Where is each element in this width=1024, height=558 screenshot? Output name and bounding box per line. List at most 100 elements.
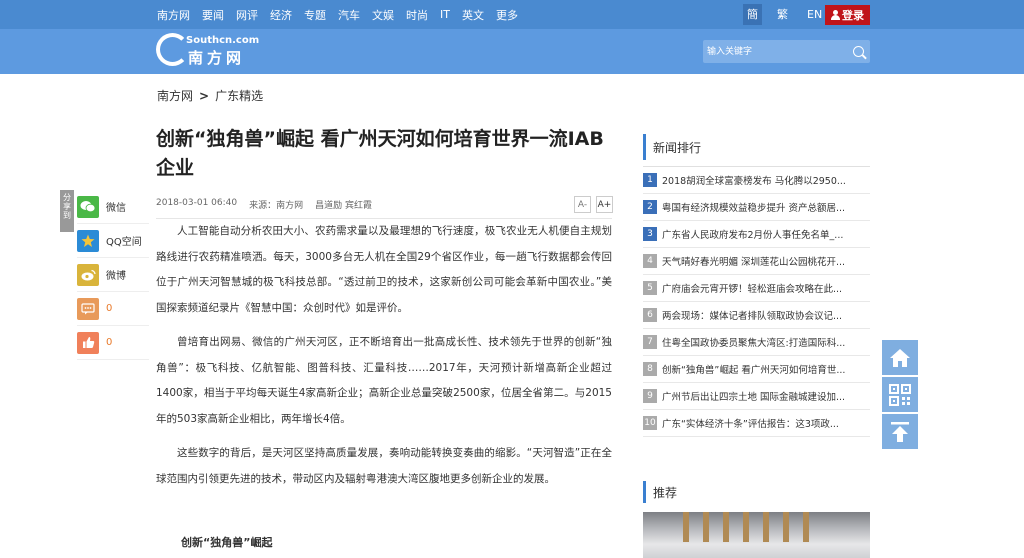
lang-simplified[interactable]: 簡 (743, 4, 762, 25)
nav-link[interactable]: 要闻 (202, 7, 224, 23)
language-switcher: 簡 繁 EN (743, 4, 837, 25)
qrcode-button[interactable] (882, 377, 918, 412)
breadcrumb-home[interactable]: 南方网 (157, 87, 193, 104)
ranking-item[interactable]: 4 天气晴好春光明媚 深圳莲花山公园桃花开... (643, 248, 870, 275)
rank-number: 7 (643, 335, 657, 349)
ranking-item[interactable]: 2 粤国有经济规模效益稳步提升 资产总额居... (643, 194, 870, 221)
ranking-link[interactable]: 粤国有经济规模效益稳步提升 资产总额居... (662, 200, 867, 214)
ranking-item[interactable]: 6 两会现场：媒体记者排队领取政协会议记... (643, 302, 870, 329)
share-qzone[interactable]: QQ空间 (77, 224, 149, 258)
rank-number: 2 (643, 200, 657, 214)
rank-number: 5 (643, 281, 657, 295)
nav-link[interactable]: 专题 (304, 7, 326, 23)
news-ranking-title: 新闻排行 (643, 134, 870, 160)
nav-link[interactable]: 网评 (236, 7, 258, 23)
search-box (703, 40, 870, 63)
nav-link[interactable]: IT (440, 8, 450, 21)
article-paragraph: 这些数字的背后，是天河区坚持高质量发展，奏响动能转换变奏曲的缩影。“天河智造”正… (156, 447, 612, 485)
font-decrease-button[interactable]: A- (574, 196, 591, 213)
article-paragraph: 人工智能自动分析农田大小、农药需求量以及最理想的飞行速度，极飞农业无人机便自主规… (156, 225, 612, 314)
share-weibo[interactable]: 微博 (77, 258, 149, 292)
recommend-image[interactable] (643, 512, 870, 558)
search-icon[interactable] (853, 46, 864, 57)
rank-number: 1 (643, 173, 657, 187)
share-wechat[interactable]: 微信 (77, 190, 149, 224)
share-label: QQ空间 (106, 237, 142, 248)
nav-link[interactable]: 文娱 (372, 7, 394, 23)
home-button[interactable] (882, 340, 918, 375)
nav-link[interactable]: 英文 (462, 7, 484, 23)
nav-link[interactable]: 汽车 (338, 7, 360, 23)
rank-number: 3 (643, 227, 657, 241)
nav-link[interactable]: 南方网 (157, 7, 190, 23)
font-increase-button[interactable]: A+ (596, 196, 613, 213)
article-subheading: 创新“独角兽”崛起 (181, 536, 273, 549)
nav-link[interactable]: 更多 (496, 7, 518, 23)
breadcrumb: 南方网 > 广东精选 (157, 87, 263, 104)
breadcrumb-separator: > (199, 88, 210, 103)
rank-number: 8 (643, 362, 657, 376)
share-label: 微博 (106, 271, 126, 282)
ranking-link[interactable]: 广府庙会元宵开锣！轻松逛庙会攻略在此... (662, 281, 867, 295)
floating-tools (882, 340, 918, 451)
lang-english[interactable]: EN (803, 4, 826, 25)
ranking-link[interactable]: 广东省人民政府发布2月份人事任免名单_... (662, 227, 867, 241)
rank-number: 9 (643, 389, 657, 403)
nav-link[interactable]: 时尚 (406, 7, 428, 23)
comment-button[interactable]: 0 (77, 292, 149, 326)
top-nav-links: 南方网 要闻 网评 经济 专题 汽车 文娱 时尚 IT 英文 更多 (157, 0, 530, 29)
site-logo[interactable]: Southcn.com 南方网 (156, 29, 266, 74)
comment-icon (77, 297, 99, 320)
ranking-item[interactable]: 5 广府庙会元宵开锣！轻松逛庙会攻略在此... (643, 275, 870, 302)
recommend-title: 推荐 (643, 481, 870, 503)
search-input[interactable] (703, 40, 848, 63)
ranking-item[interactable]: 1 2018胡润全球富豪榜发布 马化腾以2950... (643, 167, 870, 194)
wechat-icon (77, 195, 99, 218)
thumbs-up-icon (77, 331, 99, 354)
rank-number: 10 (643, 416, 657, 430)
ranking-link[interactable]: 广东“实体经济十条”评估报告：这3项政... (662, 416, 867, 430)
ranking-item[interactable]: 10 广东“实体经济十条”评估报告：这3项政... (643, 410, 870, 437)
comment-count: 0 (106, 303, 113, 314)
home-icon (890, 348, 910, 367)
ranking-link[interactable]: 2018胡润全球富豪榜发布 马化腾以2950... (662, 173, 867, 187)
header-band: Southcn.com 南方网 (0, 29, 1024, 74)
share-list: 微信 QQ空间 微博 0 0 (77, 190, 149, 360)
back-to-top-button[interactable] (882, 414, 918, 449)
ranking-item[interactable]: 7 住粤全国政协委员聚焦大湾区:打造国际科... (643, 329, 870, 356)
breadcrumb-section[interactable]: 广东精选 (215, 87, 263, 104)
ranking-item[interactable]: 3 广东省人民政府发布2月份人事任免名单_... (643, 221, 870, 248)
like-button[interactable]: 0 (77, 326, 149, 360)
share-label: 微信 (106, 203, 126, 214)
logo-swirl-icon (156, 33, 189, 66)
ranking-item[interactable]: 9 广州节后出让四宗土地 国际金融城建设加... (643, 383, 870, 410)
like-count: 0 (106, 337, 113, 348)
rank-number: 6 (643, 308, 657, 322)
nav-link[interactable]: 经济 (270, 7, 292, 23)
ranking-link[interactable]: 住粤全国政协委员聚焦大湾区:打造国际科... (662, 335, 867, 349)
article-source: 来源：南方网 (249, 201, 304, 211)
back-to-top-icon (891, 421, 909, 442)
lang-traditional[interactable]: 繁 (773, 4, 792, 25)
login-label: 登录 (842, 9, 864, 22)
ranking-item[interactable]: 8 创新“独角兽”崛起 看广州天河如何培育世... (643, 356, 870, 383)
ranking-link[interactable]: 广州节后出让四宗土地 国际金融城建设加... (662, 389, 867, 403)
news-ranking-list: 1 2018胡润全球富豪榜发布 马化腾以2950... 2 粤国有经济规模效益稳步提… (643, 167, 870, 437)
login-button[interactable]: 登录 (825, 5, 870, 25)
top-nav-bar: 南方网 要闻 网评 经济 专题 汽车 文娱 时尚 IT 英文 更多 簡 繁 EN… (0, 0, 1024, 29)
article-meta: 2018-03-01 06:40 来源：南方网 昌道励 宾红霞 (156, 198, 384, 211)
ranking-link[interactable]: 天气晴好春光明媚 深圳莲花山公园桃花开... (662, 254, 867, 268)
qrcode-icon (889, 383, 911, 406)
article-date: 2018-03-01 06:40 (156, 198, 238, 208)
qzone-icon (77, 229, 99, 252)
logo-name: 南方网 (188, 49, 246, 67)
ranking-link[interactable]: 两会现场：媒体记者排队领取政协会议记... (662, 308, 867, 322)
ranking-link[interactable]: 创新“独角兽”崛起 看广州天河如何培育世... (662, 362, 867, 376)
logo-domain: Southcn.com (186, 35, 260, 46)
user-icon (831, 10, 840, 20)
article-title: 创新“独角兽”崛起 看广州天河如何培育世界一流IAB企业 (156, 128, 604, 179)
article-authors: 昌道励 宾红霞 (315, 201, 372, 211)
weibo-icon (77, 263, 99, 286)
share-tab: 分享到 (60, 190, 74, 232)
article-paragraph: 曾培育出网易、微信的广州天河区，正不断培育出一批高成长性、技术领先于世界的创新“… (156, 336, 612, 425)
